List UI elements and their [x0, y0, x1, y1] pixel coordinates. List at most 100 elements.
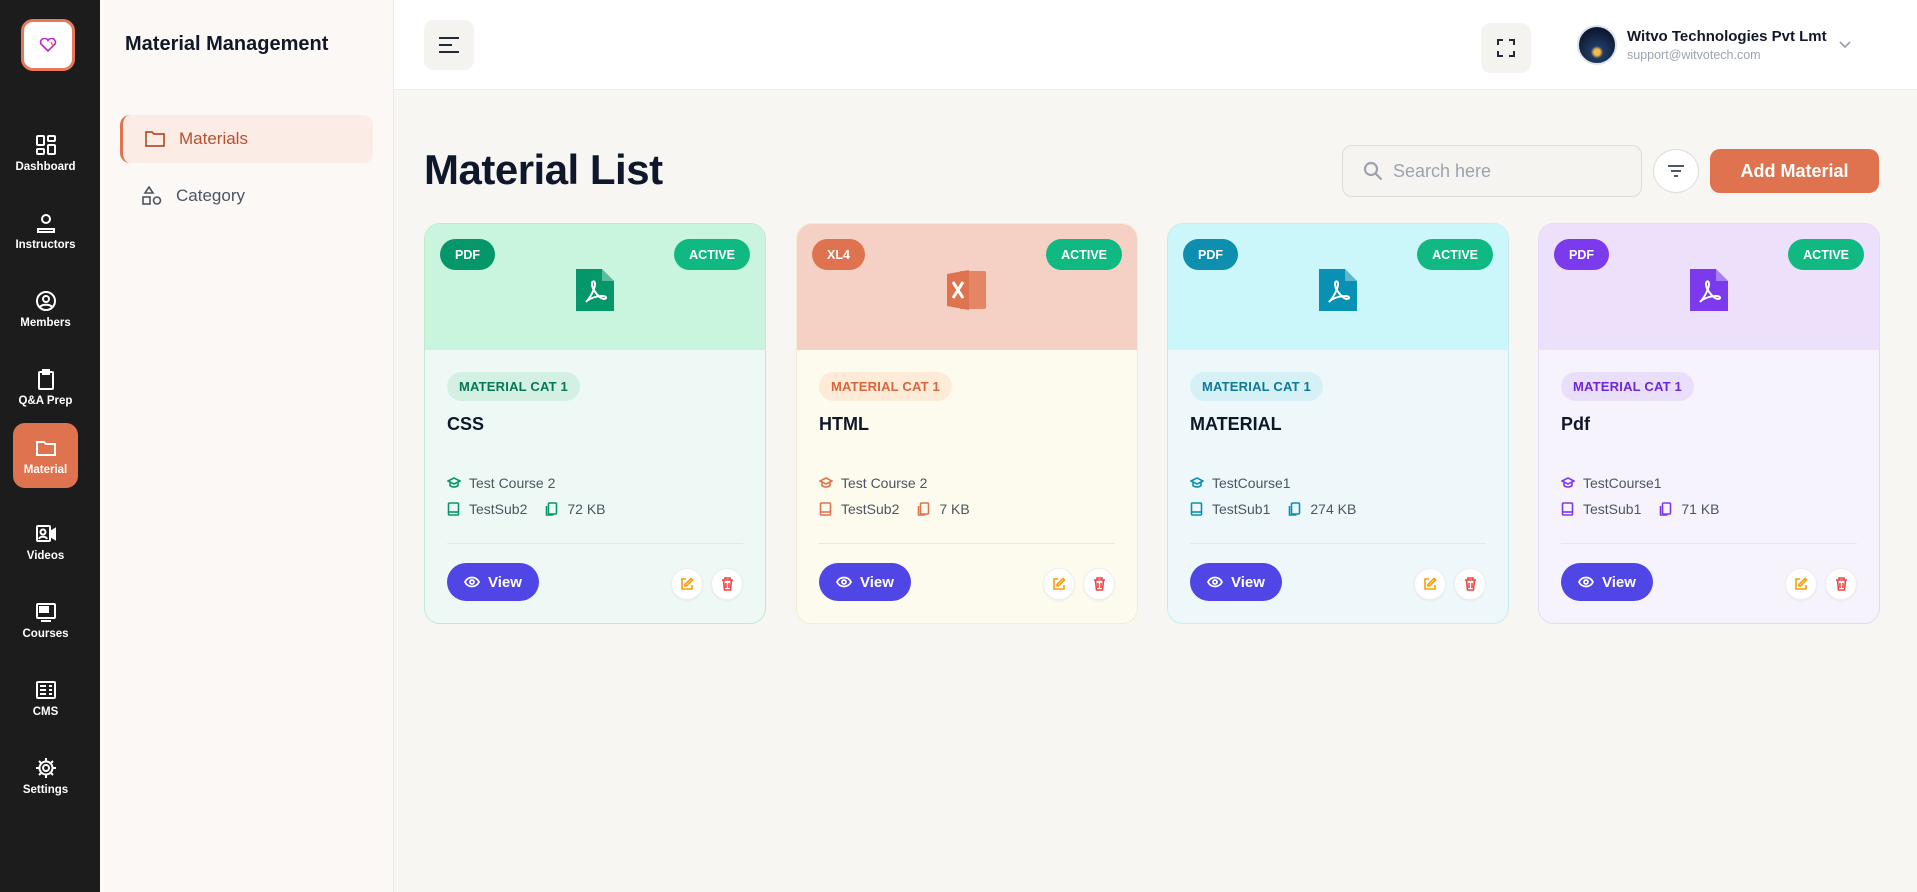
video-icon	[34, 522, 58, 546]
folder-icon	[145, 128, 167, 150]
instructor-icon	[34, 211, 58, 235]
view-button[interactable]: View	[819, 563, 911, 601]
nav-members[interactable]: Members	[13, 276, 78, 341]
sidebar-item-label: Materials	[179, 129, 248, 148]
nav-courses[interactable]: Courses	[13, 587, 78, 652]
delete-button[interactable]	[1454, 568, 1486, 600]
nav-instructors[interactable]: Instructors	[13, 198, 78, 263]
heart-logo-icon	[39, 38, 57, 52]
file-type-badge: PDF	[440, 239, 495, 270]
gear-icon	[34, 756, 58, 780]
trash-icon	[1093, 577, 1105, 591]
file-meta: TestSub2 72 KB	[447, 501, 606, 517]
chevron-down-icon	[1838, 36, 1851, 54]
course-meta: Test Course 2	[447, 475, 555, 491]
fullscreen-button[interactable]	[1481, 23, 1531, 73]
secondary-sidebar: Material Management Materials Category	[100, 0, 394, 892]
card-title: HTML	[819, 414, 869, 434]
hamburger-icon	[439, 37, 459, 53]
card-body: MATERIAL CAT 1 Pdf TestCourse1 TestSub1 …	[1539, 350, 1879, 623]
pdf-file-icon	[1319, 268, 1357, 316]
main-nav-rail: Dashboard Instructors Members Q&A Prep M…	[0, 0, 100, 892]
subject-name: TestSub1	[1212, 501, 1271, 517]
edit-icon	[1795, 577, 1808, 590]
user-profile-menu[interactable]: Witvo Technologies Pvt Lmt support@witvo…	[1577, 22, 1867, 68]
card-title: Pdf	[1561, 414, 1590, 434]
graduation-cap-icon	[1190, 476, 1204, 490]
card-title: CSS	[447, 414, 485, 434]
filter-button[interactable]	[1653, 149, 1699, 193]
card-header: PDF ACTIVE	[425, 224, 765, 350]
category-badge: MATERIAL CAT 1	[819, 372, 952, 401]
status-badge: ACTIVE	[674, 239, 750, 270]
file-type-badge: PDF	[1183, 239, 1238, 270]
edit-icon	[1053, 577, 1066, 590]
view-button[interactable]: View	[1190, 563, 1282, 601]
category-badge: MATERIAL CAT 1	[1190, 372, 1323, 401]
nav-label: CMS	[32, 705, 59, 718]
course-name: Test Course 2	[841, 475, 928, 491]
book-icon	[447, 502, 461, 516]
view-button[interactable]: View	[447, 563, 539, 601]
divider	[819, 543, 1115, 544]
nav-label: Material	[23, 463, 68, 476]
card-body: MATERIAL CAT 1 CSS Test Course 2 TestSub…	[425, 350, 765, 623]
user-name: Witvo Technologies Pvt Lmt	[1627, 28, 1827, 45]
shapes-icon	[142, 185, 164, 207]
view-label: View	[1231, 573, 1265, 591]
material-card: XL4 ACTIVE MATERIAL CAT 1 HTML Test Cour…	[796, 223, 1138, 624]
dashboard-icon	[34, 133, 58, 157]
edit-button[interactable]	[671, 568, 703, 600]
user-email: support@witvotech.com	[1627, 48, 1761, 62]
view-button[interactable]: View	[1561, 563, 1653, 601]
divider	[1561, 543, 1857, 544]
file-meta: TestSub2 7 KB	[819, 501, 970, 517]
divider	[1190, 543, 1486, 544]
card-body: MATERIAL CAT 1 MATERIAL TestCourse1 Test…	[1168, 350, 1508, 623]
category-badge: MATERIAL CAT 1	[1561, 372, 1694, 401]
course-name: TestCourse1	[1212, 475, 1291, 491]
nav-dashboard[interactable]: Dashboard	[13, 120, 78, 185]
nav-videos[interactable]: Videos	[13, 509, 78, 574]
course-name: Test Course 2	[469, 475, 556, 491]
menu-toggle-button[interactable]	[424, 20, 474, 70]
eye-icon	[1207, 576, 1224, 588]
delete-button[interactable]	[1083, 568, 1115, 600]
delete-button[interactable]	[711, 568, 743, 600]
filter-icon	[1668, 165, 1684, 177]
add-material-button[interactable]: Add Material	[1710, 149, 1879, 193]
nav-qa-prep[interactable]: Q&A Prep	[13, 354, 78, 419]
nav-cms[interactable]: CMS	[13, 665, 78, 730]
edit-button[interactable]	[1414, 568, 1446, 600]
nav-label: Instructors	[15, 238, 76, 251]
nav-label: Videos	[26, 549, 65, 562]
nav-label: Courses	[22, 627, 69, 640]
nav-settings[interactable]: Settings	[13, 743, 78, 808]
file-size: 7 KB	[939, 501, 970, 517]
app-logo[interactable]	[21, 19, 75, 71]
members-icon	[34, 289, 58, 313]
nav-material[interactable]: Material	[13, 423, 78, 488]
trash-icon	[1835, 577, 1847, 591]
course-meta: Test Course 2	[819, 475, 927, 491]
sidebar-item-materials[interactable]: Materials	[120, 115, 373, 163]
graduation-cap-icon	[447, 476, 461, 490]
search-input[interactable]	[1393, 160, 1633, 182]
edit-button[interactable]	[1043, 568, 1075, 600]
subject-name: TestSub2	[841, 501, 900, 517]
module-title: Material Management	[125, 33, 329, 55]
eye-icon	[464, 576, 481, 588]
eye-icon	[836, 576, 853, 588]
sidebar-item-label: Category	[176, 186, 245, 205]
delete-button[interactable]	[1825, 568, 1857, 600]
sidebar-item-category[interactable]: Category	[120, 172, 373, 220]
courses-icon	[34, 600, 58, 624]
view-label: View	[488, 573, 522, 591]
edit-button[interactable]	[1785, 568, 1817, 600]
file-type-badge: PDF	[1554, 239, 1609, 270]
view-label: View	[1602, 573, 1636, 591]
edit-icon	[1424, 577, 1437, 590]
view-label: View	[860, 573, 894, 591]
subject-name: TestSub1	[1583, 501, 1642, 517]
card-body: MATERIAL CAT 1 HTML Test Course 2 TestSu…	[797, 350, 1137, 623]
